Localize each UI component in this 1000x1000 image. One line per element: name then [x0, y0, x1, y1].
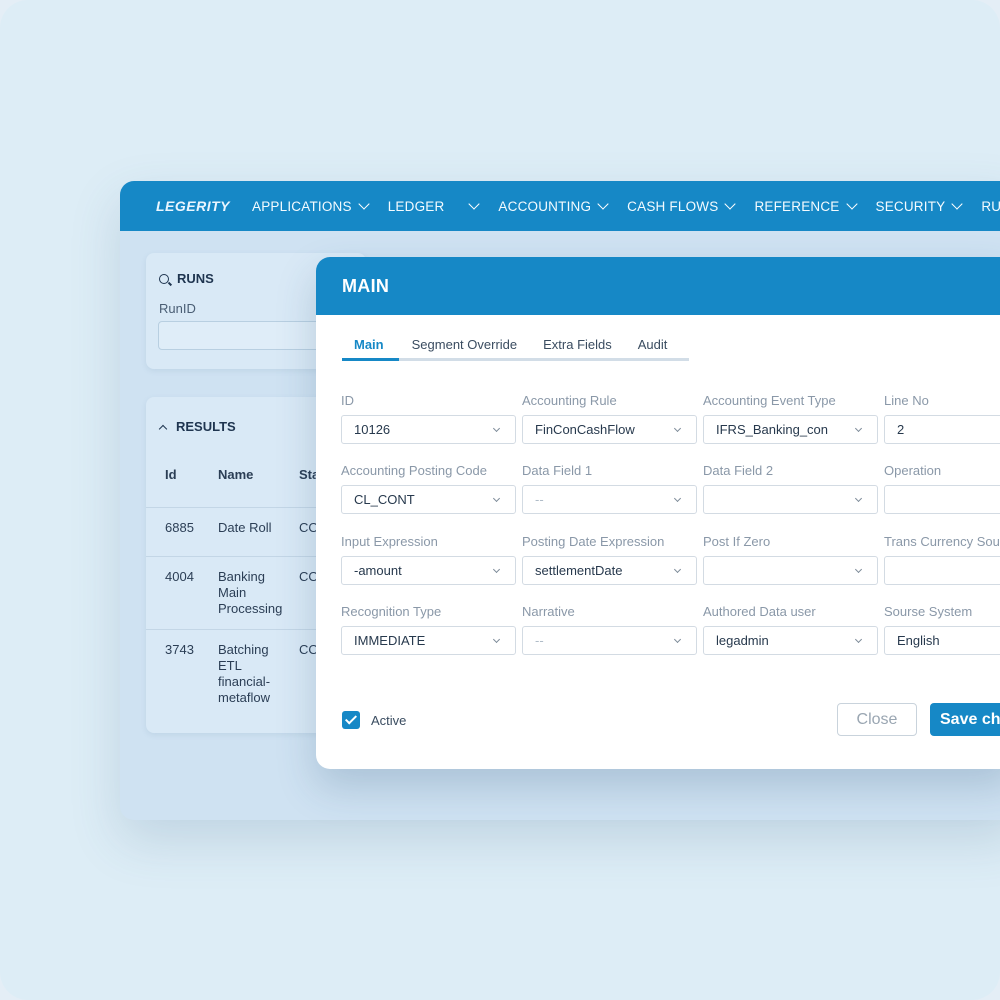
field-line-no: Line No 2 [884, 393, 1000, 444]
data-field-2-select[interactable] [703, 485, 878, 514]
stage: LEGERITY APPLICATIONS LEDGER ACCOUNTING … [0, 0, 1000, 1000]
field-post-if-zero: Post If Zero [703, 534, 878, 585]
chevron-down-icon [468, 198, 481, 210]
chevron-down-icon [492, 635, 501, 644]
field-data-field-2: Data Field 2 [703, 463, 878, 514]
dialog-title: MAIN [316, 257, 1000, 315]
nav-accounting[interactable]: ACCOUNTING [498, 198, 609, 214]
operation-input[interactable] [884, 485, 1000, 514]
nav-ledger[interactable]: LEDGER [388, 198, 481, 214]
nav-security[interactable]: SECURITY [876, 198, 964, 214]
chevron-down-icon [854, 635, 863, 644]
close-button[interactable]: Close [837, 703, 917, 736]
chevron-down-icon [673, 424, 682, 433]
field-trans-currency-source: Trans Currency Sou [884, 534, 1000, 585]
field-accounting-event-type: Accounting Event Type IFRS_Banking_con [703, 393, 878, 444]
chevron-down-icon [854, 494, 863, 503]
dialog-tabs: Main Segment Override Extra Fields Audit [342, 337, 689, 361]
recognition-type-select[interactable]: IMMEDIATE [341, 626, 516, 655]
chevron-down-icon [492, 424, 501, 433]
nav-run[interactable]: RUN [981, 199, 1000, 214]
active-toggle[interactable]: Active [342, 711, 406, 729]
accounting-event-type-select[interactable]: IFRS_Banking_con [703, 415, 878, 444]
input-expression-select[interactable]: -amount [341, 556, 516, 585]
chevron-down-icon [673, 635, 682, 644]
field-recognition-type: Recognition Type IMMEDIATE [341, 604, 516, 655]
app-logo: LEGERITY [156, 198, 231, 214]
field-posting-date-expression: Posting Date Expression settlementDate [522, 534, 697, 585]
accounting-rule-select[interactable]: FinConCashFlow [522, 415, 697, 444]
chevron-down-icon [673, 565, 682, 574]
main-dialog: MAIN Main Segment Override Extra Fields … [316, 257, 1000, 769]
field-id: ID 10126 [341, 393, 516, 444]
field-authored-data-user: Authored Data user legadmin [703, 604, 878, 655]
authored-data-user-select[interactable]: legadmin [703, 626, 878, 655]
runs-title: RUNS [159, 271, 214, 286]
chevron-down-icon [358, 198, 370, 210]
active-checkbox[interactable] [342, 711, 360, 729]
runid-label: RunID [159, 301, 196, 316]
chevron-down-icon [724, 198, 737, 210]
tab-extra-fields[interactable]: Extra Fields [530, 337, 625, 358]
chevron-down-icon [492, 494, 501, 503]
chevron-down-icon [854, 424, 863, 433]
trans-currency-source-input[interactable] [884, 556, 1000, 585]
field-operation: Operation [884, 463, 1000, 514]
data-field-1-select[interactable]: -- [522, 485, 697, 514]
chevron-down-icon [673, 494, 682, 503]
field-narrative: Narrative -- [522, 604, 697, 655]
field-accounting-posting-code: Accounting Posting Code CL_CONT [341, 463, 516, 514]
chevron-up-icon [158, 424, 168, 433]
column-header-name[interactable]: Name [218, 467, 253, 482]
search-icon [159, 273, 169, 284]
save-changes-button[interactable]: Save ch [930, 703, 1000, 736]
posting-date-expression-select[interactable]: settlementDate [522, 556, 697, 585]
results-toggle[interactable]: RESULTS [158, 419, 236, 434]
active-label: Active [371, 712, 407, 728]
chevron-down-icon [492, 565, 501, 574]
narrative-select[interactable]: -- [522, 626, 697, 655]
chevron-down-icon [854, 565, 863, 574]
chevron-down-icon [845, 198, 858, 210]
tab-audit[interactable]: Audit [625, 337, 681, 358]
chevron-down-icon [951, 198, 964, 210]
top-navigation: LEGERITY APPLICATIONS LEDGER ACCOUNTING … [120, 181, 1000, 231]
accounting-posting-code-select[interactable]: CL_CONT [341, 485, 516, 514]
line-no-input[interactable]: 2 [884, 415, 1000, 444]
field-accounting-rule: Accounting Rule FinConCashFlow [522, 393, 697, 444]
chevron-down-icon [597, 198, 609, 210]
source-system-input[interactable]: English [884, 626, 1000, 655]
nav-cash-flows[interactable]: CASH FLOWS [627, 198, 737, 214]
nav-reference[interactable]: REFERENCE [754, 198, 858, 214]
field-source-system: Sourse System English [884, 604, 1000, 655]
column-header-id[interactable]: Id [165, 467, 177, 482]
field-data-field-1: Data Field 1 -- [522, 463, 697, 514]
field-input-expression: Input Expression -amount [341, 534, 516, 585]
nav-applications[interactable]: APPLICATIONS [252, 198, 370, 214]
tab-segment-override[interactable]: Segment Override [399, 337, 531, 358]
tab-main[interactable]: Main [342, 337, 399, 361]
id-select[interactable]: 10126 [341, 415, 516, 444]
post-if-zero-select[interactable] [703, 556, 878, 585]
